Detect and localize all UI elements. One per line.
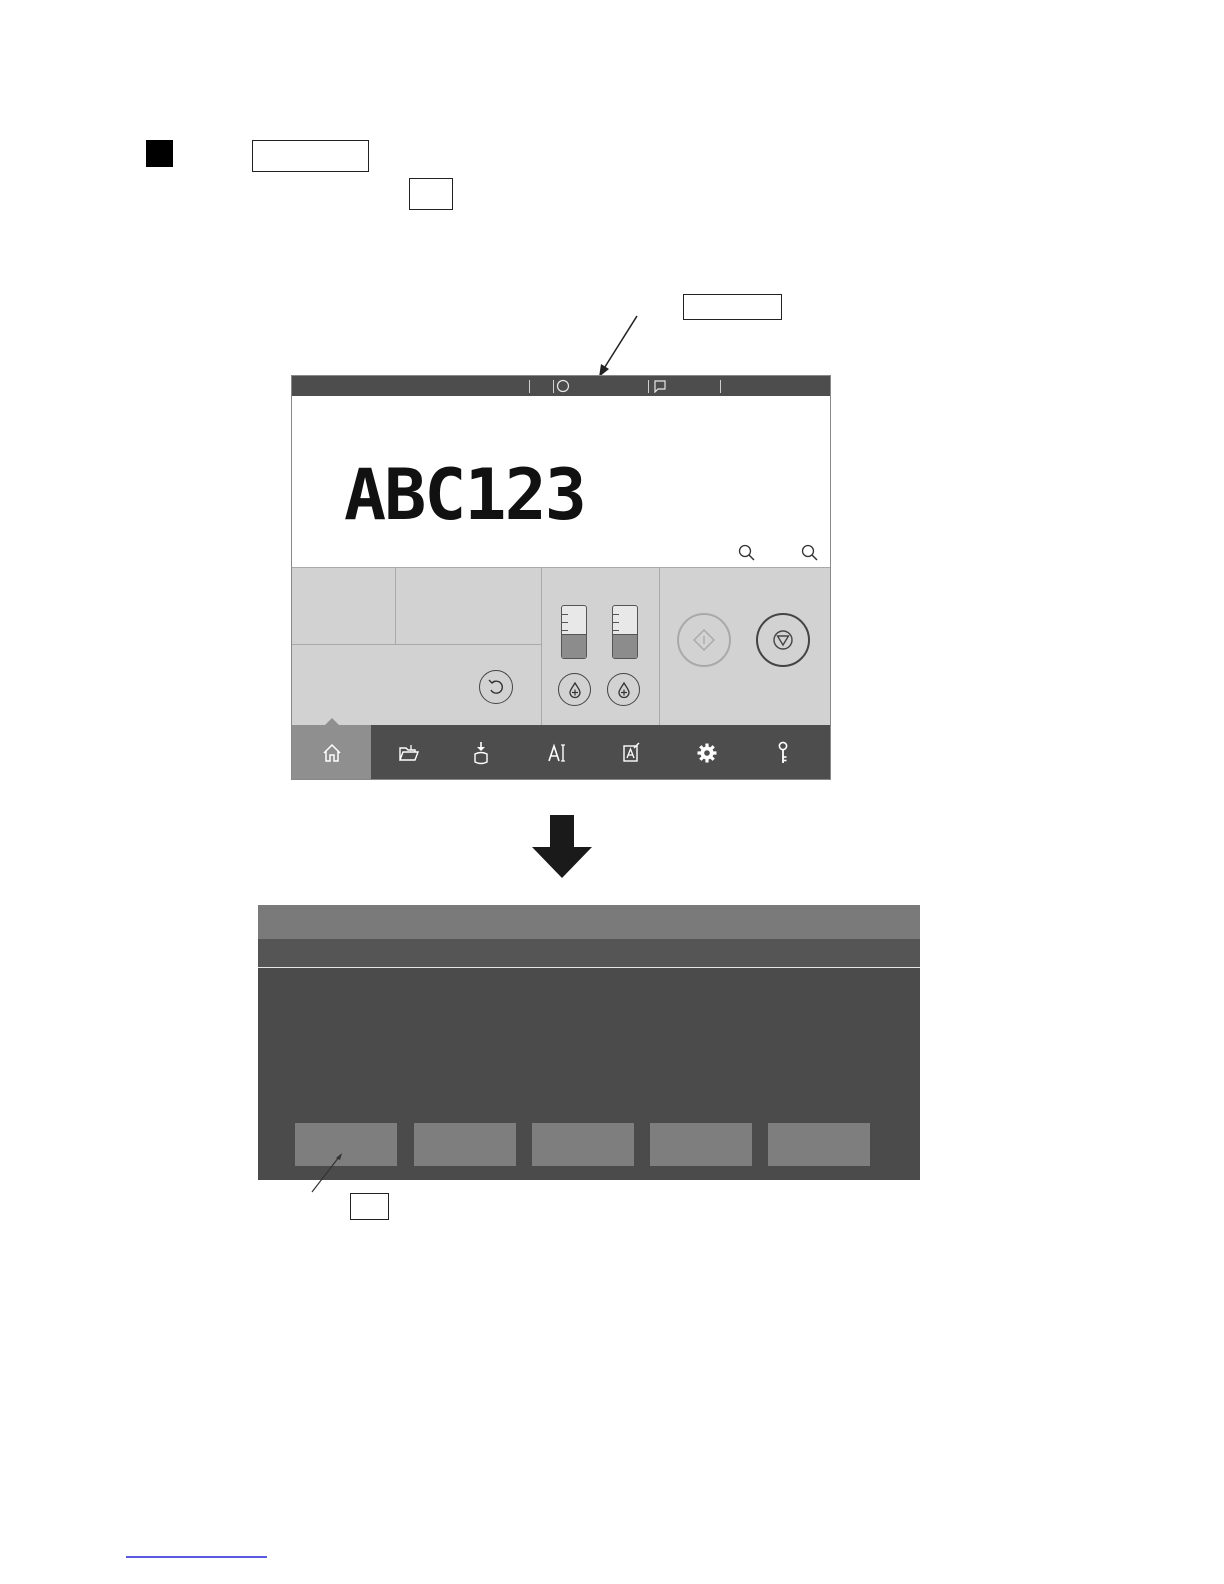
home-screen: ABC123 [291,375,831,780]
solvent-drop-plus-icon [617,681,630,698]
nav-open-message[interactable] [371,725,447,779]
status-bar [292,376,830,396]
add-ink-button[interactable] [558,673,591,706]
dialog-title-bar [258,905,920,939]
circle-status-icon [556,379,570,393]
message-status-icon [654,380,666,393]
status-separator [553,380,554,393]
edit-text-icon [548,743,565,762]
button-callout-label [350,1193,389,1220]
undo-icon [488,679,503,694]
dialog-subheader [258,939,920,968]
undo-button[interactable] [479,670,513,704]
ink-tank-2 [612,605,638,659]
dialog-button-5[interactable] [768,1123,870,1166]
ink-drop-plus-icon [568,681,581,698]
button-callout-arrow [311,1153,342,1193]
info-tile-2[interactable] [396,567,541,644]
start-diamond-icon [693,629,715,651]
bottom-navigation [292,718,830,779]
dialog-button-4[interactable] [650,1123,752,1166]
ink-level-fill [613,633,637,658]
stop-button[interactable] [756,613,810,667]
info-tile-1[interactable] [292,567,395,644]
nav-ink-refill[interactable] [443,725,519,779]
transition-arrow-icon [532,815,592,878]
download-bottle-icon [474,742,488,765]
active-indicator [324,718,340,726]
dialog-button-2[interactable] [414,1123,516,1166]
status-separator [648,380,649,393]
stop-icon [773,630,793,650]
status-bar-callout-label [683,294,782,320]
filled-square-icon [146,140,173,167]
ink-tank-1 [561,605,587,659]
nav-edit-message[interactable] [593,725,669,779]
edit-message-icon [623,742,640,762]
gear-icon [697,743,717,763]
print-preview: ABC123 [292,396,830,567]
dialog-body [258,968,920,1118]
footer-link-underline[interactable] [126,1556,267,1558]
ink-level-fill [562,633,586,658]
label-box-b [409,178,453,210]
add-solvent-button[interactable] [607,673,640,706]
preview-text: ABC123 [344,454,587,536]
callout-arrow [599,315,638,377]
zoom-in-icon[interactable] [801,544,819,562]
nav-edit-text[interactable] [519,725,595,779]
status-separator [720,380,721,393]
key-icon [778,741,788,763]
nav-settings[interactable] [669,725,745,779]
folder-open-icon [398,745,420,761]
nav-security[interactable] [745,725,821,779]
label-box-a [252,140,369,172]
nav-home[interactable] [292,725,371,779]
dialog-button-3[interactable] [532,1123,634,1166]
zoom-out-icon[interactable] [738,544,756,562]
home-icon [322,743,341,762]
status-separator [529,380,530,393]
dialog-screen [258,905,920,1180]
control-panel [292,567,830,725]
start-button[interactable] [677,613,731,667]
